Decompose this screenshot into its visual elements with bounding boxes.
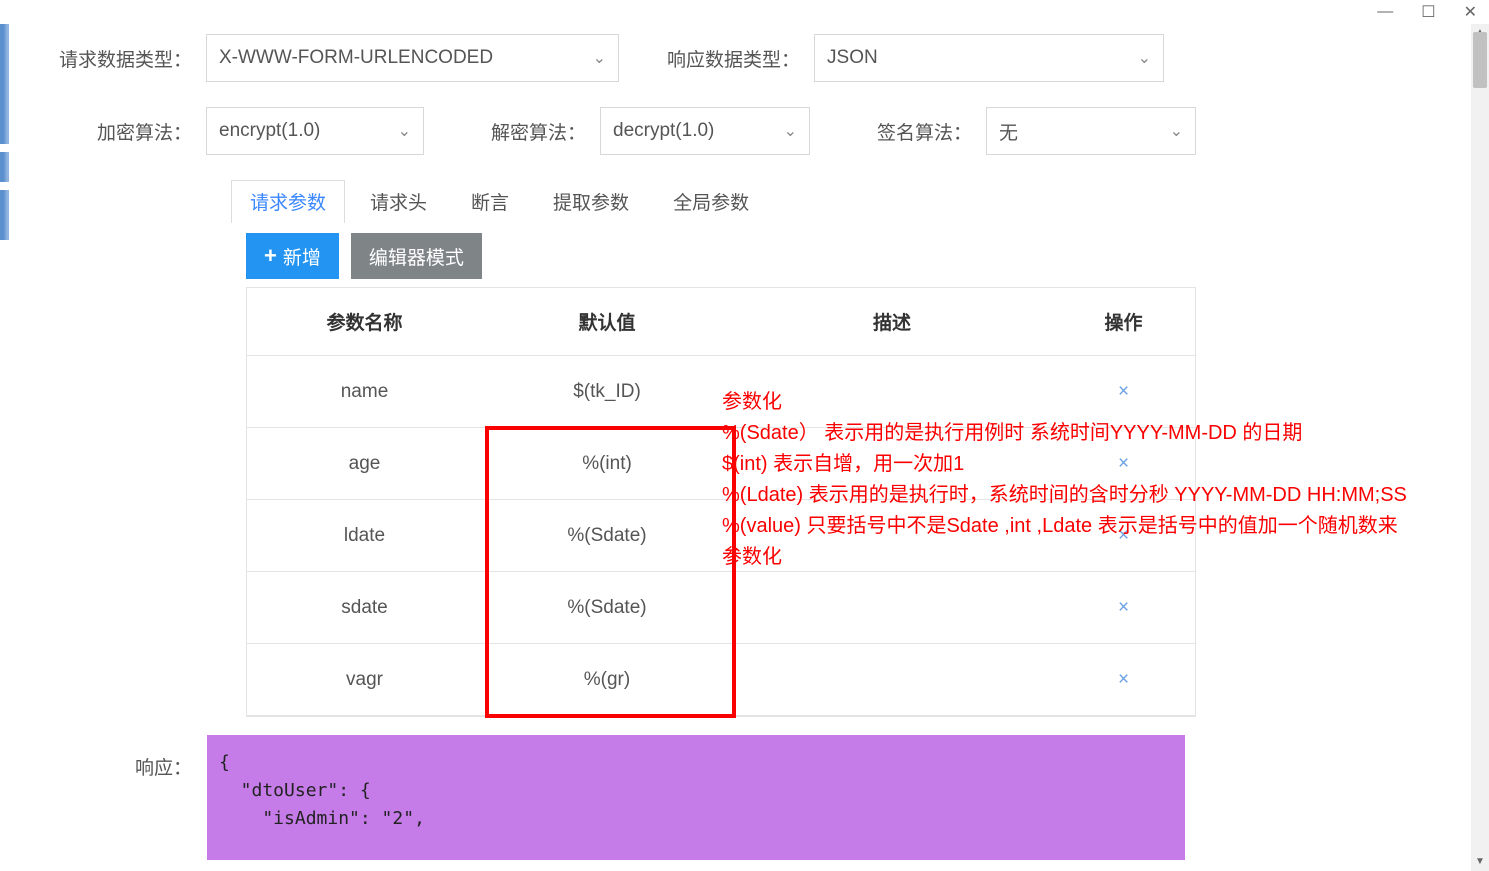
add-button-label: 新增 [283, 243, 321, 270]
select-value: 无 [999, 118, 1018, 145]
tab-request-headers[interactable]: 请求头 [351, 180, 446, 223]
select-value: encrypt(1.0) [219, 120, 320, 142]
decrypt-algo-select[interactable]: decrypt(1.0) ⌄ [600, 107, 810, 155]
add-button[interactable]: + 新增 [246, 233, 339, 279]
request-data-type-label: 请求数据类型： [36, 45, 192, 72]
tab-assertions[interactable]: 断言 [452, 180, 528, 223]
cell-param-name[interactable]: ldate [247, 525, 482, 547]
cell-param-default[interactable]: %(int) [482, 453, 732, 475]
encrypt-algo-select[interactable]: encrypt(1.0) ⌄ [206, 107, 424, 155]
scroll-down-arrow[interactable]: ▼ [1471, 853, 1489, 871]
table-row: sdate %(Sdate) × [247, 572, 1195, 644]
cell-param-name[interactable]: sdate [247, 597, 482, 619]
params-tablist: 请求参数 请求头 断言 提取参数 全局参数 [231, 180, 1459, 223]
maximize-button[interactable]: ☐ [1421, 2, 1435, 22]
annotation-line: $(int) 表示自增，用一次加1 [722, 449, 1412, 480]
cell-param-name[interactable]: vagr [247, 669, 482, 691]
response-body[interactable]: { "dtoUser": { "isAdmin": "2", [207, 735, 1185, 860]
cell-param-name[interactable]: age [247, 453, 482, 475]
chevron-down-icon: ⌄ [784, 121, 797, 141]
tab-global-params[interactable]: 全局参数 [654, 180, 768, 223]
response-data-type-select[interactable]: JSON ⌄ [814, 34, 1164, 82]
plus-icon: + [264, 245, 277, 267]
annotation-text: 参数化 %(Sdate） 表示用的是执行用例时 系统时间YYYY-MM-DD 的… [722, 387, 1412, 573]
select-value: X-WWW-FORM-URLENCODED [219, 47, 493, 69]
annotation-line: 参数化 [722, 387, 1412, 418]
minimize-button[interactable]: — [1377, 3, 1393, 21]
cell-param-default[interactable]: $(tk_ID) [482, 381, 732, 403]
annotation-line: %(value) 只要括号中不是Sdate ,int ,Ldate 表示是括号中… [722, 511, 1412, 573]
delete-row-button[interactable]: × [1118, 597, 1129, 618]
vertical-scrollbar[interactable]: ▲ ▼ [1471, 24, 1489, 871]
col-header-name: 参数名称 [247, 308, 482, 335]
col-header-action: 操作 [1052, 308, 1195, 335]
sign-algo-label: 签名算法： [846, 118, 972, 145]
response-label: 响应： [10, 735, 192, 860]
chevron-down-icon: ⌄ [1170, 121, 1183, 141]
table-header-row: 参数名称 默认值 描述 操作 [247, 288, 1195, 356]
encrypt-algo-label: 加密算法： [36, 118, 192, 145]
annotation-line: %(Sdate） 表示用的是执行用例时 系统时间YYYY-MM-DD 的日期 [722, 418, 1412, 449]
sign-algo-select[interactable]: 无 ⌄ [986, 107, 1196, 155]
cell-param-default[interactable]: %(Sdate) [482, 525, 732, 547]
decrypt-algo-label: 解密算法： [460, 118, 586, 145]
chevron-down-icon: ⌄ [1138, 48, 1151, 68]
col-header-default: 默认值 [482, 308, 732, 335]
close-button[interactable]: ✕ [1464, 2, 1477, 22]
table-row: vagr %(gr) × [247, 644, 1195, 716]
col-header-desc: 描述 [732, 308, 1052, 335]
editor-mode-button[interactable]: 编辑器模式 [351, 233, 482, 279]
editor-mode-label: 编辑器模式 [369, 243, 464, 270]
select-value: decrypt(1.0) [613, 120, 714, 142]
select-value: JSON [827, 47, 878, 69]
cell-param-name[interactable]: name [247, 381, 482, 403]
tab-request-params[interactable]: 请求参数 [231, 180, 345, 223]
request-data-type-select[interactable]: X-WWW-FORM-URLENCODED ⌄ [206, 34, 619, 82]
scrollbar-thumb[interactable] [1473, 32, 1487, 88]
response-data-type-label: 响应数据类型： [667, 45, 800, 72]
cell-param-default[interactable]: %(gr) [482, 669, 732, 691]
chevron-down-icon: ⌄ [398, 121, 411, 141]
left-thumbnail-strip [0, 24, 9, 871]
annotation-line: %(Ldate) 表示用的是执行时，系统时间的含时分秒 YYYY-MM-DD H… [722, 480, 1412, 511]
delete-row-button[interactable]: × [1118, 669, 1129, 690]
cell-param-default[interactable]: %(Sdate) [482, 597, 732, 619]
chevron-down-icon: ⌄ [593, 48, 606, 68]
tab-extract-params[interactable]: 提取参数 [534, 180, 648, 223]
window-titlebar: — ☐ ✕ [0, 0, 1489, 24]
